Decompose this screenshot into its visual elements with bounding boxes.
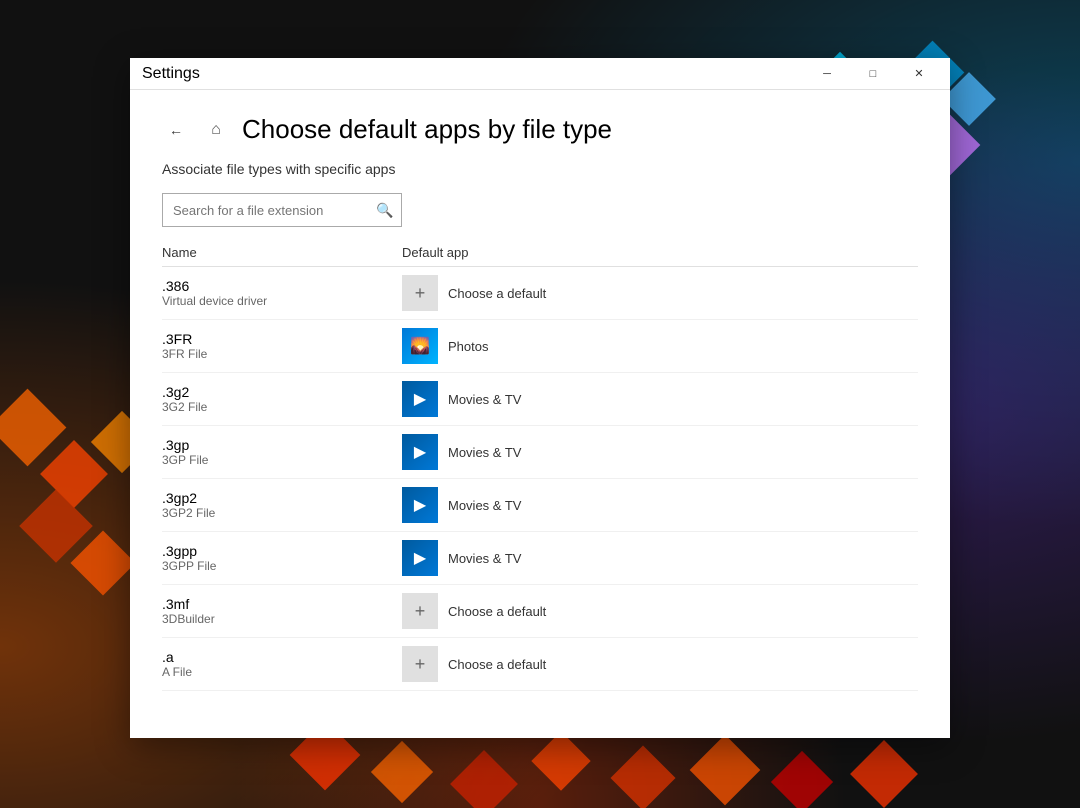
table-row[interactable]: .3gp 3GP File ▶ Movies & TV: [162, 426, 918, 479]
search-icon[interactable]: 🔍: [368, 193, 402, 227]
file-description: 3FR File: [162, 347, 402, 361]
app-icon: +: [402, 646, 438, 682]
table-row[interactable]: .3gp2 3GP2 File ▶ Movies & TV: [162, 479, 918, 532]
bg-cube: [450, 750, 518, 808]
settings-window: Settings ─ □ ✕ ← ⌂ Choose default apps b…: [130, 58, 950, 738]
home-icon: ⌂: [211, 121, 221, 139]
file-description: 3DBuilder: [162, 612, 402, 626]
file-info: .386 Virtual device driver: [162, 278, 402, 308]
col-name-header: Name: [162, 245, 402, 260]
app-icon: ▶: [402, 540, 438, 576]
file-description: 3GPP File: [162, 559, 402, 573]
file-description: 3GP File: [162, 453, 402, 467]
file-list[interactable]: .386 Virtual device driver + Choose a de…: [162, 267, 918, 738]
app-name: Movies & TV: [448, 498, 521, 513]
app-name: Choose a default: [448, 604, 546, 619]
file-info: .a A File: [162, 649, 402, 679]
file-extension: .3gp2: [162, 490, 402, 506]
file-info: .3gp 3GP File: [162, 437, 402, 467]
table-row[interactable]: .a A File + Choose a default: [162, 638, 918, 691]
file-info: .3mf 3DBuilder: [162, 596, 402, 626]
search-container: 🔍: [162, 193, 402, 227]
table-row[interactable]: .3FR 3FR File 🌄 Photos: [162, 320, 918, 373]
bg-cube: [610, 745, 675, 808]
content-area: ← ⌂ Choose default apps by file type Ass…: [130, 90, 950, 738]
app-icon: ▶: [402, 434, 438, 470]
bg-cube: [70, 530, 135, 595]
bg-cube: [371, 741, 433, 803]
file-info: .3gpp 3GPP File: [162, 543, 402, 573]
file-extension: .a: [162, 649, 402, 665]
file-description: Virtual device driver: [162, 294, 402, 308]
title-bar: Settings ─ □ ✕: [130, 58, 950, 90]
page-header: ← ⌂ Choose default apps by file type: [162, 114, 918, 145]
app-name: Movies & TV: [448, 392, 521, 407]
app-info: ▶ Movies & TV: [402, 540, 918, 576]
app-name: Photos: [448, 339, 488, 354]
title-bar-left: Settings: [142, 65, 200, 83]
app-name: Choose a default: [448, 657, 546, 672]
app-info: 🌄 Photos: [402, 328, 918, 364]
bg-cube: [850, 740, 918, 808]
table-header: Name Default app: [162, 239, 918, 267]
file-info: .3FR 3FR File: [162, 331, 402, 361]
close-button[interactable]: ✕: [896, 58, 942, 90]
title-bar-controls: ─ □ ✕: [804, 58, 942, 90]
maximize-button[interactable]: □: [850, 58, 896, 90]
minimize-button[interactable]: ─: [804, 58, 850, 90]
back-icon: ←: [169, 122, 183, 138]
bg-cube: [690, 735, 761, 806]
table-row[interactable]: .3g2 3G2 File ▶ Movies & TV: [162, 373, 918, 426]
col-app-header: Default app: [402, 245, 918, 260]
app-info: + Choose a default: [402, 275, 918, 311]
app-icon: +: [402, 275, 438, 311]
home-button[interactable]: ⌂: [202, 116, 230, 144]
subtitle: Associate file types with specific apps: [162, 161, 918, 177]
app-name: Choose a default: [448, 286, 546, 301]
title-bar-title: Settings: [142, 65, 200, 83]
app-name: Movies & TV: [448, 445, 521, 460]
bg-cube: [0, 389, 66, 467]
file-description: 3G2 File: [162, 400, 402, 414]
app-icon: 🌄: [402, 328, 438, 364]
file-extension: .3FR: [162, 331, 402, 347]
file-info: .3gp2 3GP2 File: [162, 490, 402, 520]
file-extension: .3g2: [162, 384, 402, 400]
file-extension: .3mf: [162, 596, 402, 612]
back-button[interactable]: ←: [162, 116, 190, 144]
app-info: ▶ Movies & TV: [402, 487, 918, 523]
table-row[interactable]: .3mf 3DBuilder + Choose a default: [162, 585, 918, 638]
file-extension: .3gp: [162, 437, 402, 453]
file-description: A File: [162, 665, 402, 679]
app-name: Movies & TV: [448, 551, 521, 566]
page-title: Choose default apps by file type: [242, 114, 612, 145]
table-row[interactable]: .386 Virtual device driver + Choose a de…: [162, 267, 918, 320]
app-info: ▶ Movies & TV: [402, 434, 918, 470]
bg-cube: [531, 731, 590, 790]
file-extension: .386: [162, 278, 402, 294]
bg-cube: [771, 751, 833, 808]
table-row[interactable]: .3gpp 3GPP File ▶ Movies & TV: [162, 532, 918, 585]
app-info: + Choose a default: [402, 646, 918, 682]
app-info: ▶ Movies & TV: [402, 381, 918, 417]
file-info: .3g2 3G2 File: [162, 384, 402, 414]
app-info: + Choose a default: [402, 593, 918, 629]
file-extension: .3gpp: [162, 543, 402, 559]
search-input[interactable]: [162, 193, 402, 227]
app-icon: ▶: [402, 487, 438, 523]
file-description: 3GP2 File: [162, 506, 402, 520]
app-icon: +: [402, 593, 438, 629]
app-icon: ▶: [402, 381, 438, 417]
